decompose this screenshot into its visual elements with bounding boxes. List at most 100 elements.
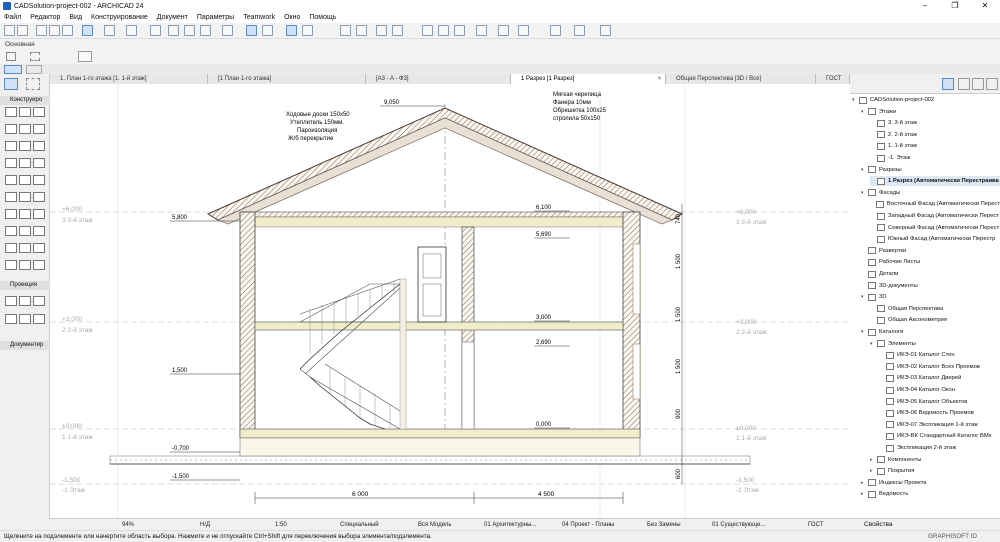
menu-options[interactable]: Параметры [197,14,234,21]
pick-up-icon[interactable] [36,25,47,36]
navigator-item[interactable]: ИКЭ-01 Каталог Стен [879,350,1000,360]
design-tool-icon[interactable] [33,209,45,219]
design-tool-icon[interactable] [33,175,45,185]
navigator-item[interactable]: Западный Фасад (Автоматически Перест [870,211,1000,221]
design-tool-icon[interactable] [33,107,45,117]
navigator-item[interactable]: ▾ Каталоги [861,327,1000,337]
arrow-select-icon[interactable] [78,51,92,62]
graphisoft-id[interactable]: GRAPHISOFT ID [928,531,977,542]
navigator-item[interactable]: -1. Этаж [870,153,1000,163]
design-tool-icon[interactable] [5,158,17,168]
expand-arrow-icon[interactable]: ▸ [870,455,877,465]
inject-icon[interactable] [49,25,60,36]
arrow-tool-icon[interactable] [4,65,22,74]
design-tool-icon[interactable] [19,192,31,202]
navigator-item[interactable]: ИКЭ-04 Каталог Окон [879,385,1000,395]
viewpoint-tool-icon[interactable] [33,314,45,324]
quick-select-icon[interactable] [286,25,297,36]
navigator-item[interactable]: Южный Фасад (Автоматически Перестр [870,234,1000,244]
relative-construction-icon[interactable] [126,25,137,36]
design-tool-icon[interactable] [5,209,17,219]
marquee-icon[interactable] [30,52,40,61]
navigator-item[interactable]: Общая Аксонометрия [870,315,1000,325]
navigator-item[interactable]: 1. 1-й этаж [870,141,1000,151]
navigator-item[interactable]: ▾ 3D [861,292,1000,302]
design-tool-icon[interactable] [19,175,31,185]
window-icon[interactable] [574,25,585,36]
menu-view[interactable]: Вид [69,14,82,21]
expand-arrow-icon[interactable]: ▸ [870,466,877,476]
design-tool-icon[interactable] [33,243,45,253]
measure-icon[interactable] [454,25,465,36]
navigator-item[interactable]: ИКЭ-ВК Стандартный Каталог ВМх [879,431,1000,441]
toolbox-section-viewpoint[interactable]: Проекция [0,281,50,290]
tab-section[interactable]: 1 Разрез [1 Разрез] ✕ [511,74,666,84]
selection-icon[interactable] [6,52,16,61]
navigator-item[interactable]: Экспликация 2-й этаж [879,443,1000,453]
tab-floor-plan-2[interactable]: [1 План 1-го этажа] [208,74,366,84]
pointer-tool-icon[interactable] [4,78,18,90]
expand-arrow-icon[interactable]: ▾ [852,95,859,105]
expand-arrow-icon[interactable]: ▾ [861,327,868,337]
navigator-item[interactable]: ▸ Индексы Проекта [861,478,1000,488]
maximize-button[interactable]: ❐ [940,0,970,12]
design-tool-icon[interactable] [19,226,31,236]
eyedropper-icon[interactable] [62,25,73,36]
viewpoint-tool-icon[interactable] [19,296,31,306]
navigator-item[interactable]: 2. 2-й этаж [870,130,1000,140]
suspend-groups-icon[interactable] [262,25,273,36]
design-tool-icon[interactable] [19,260,31,270]
design-tool-icon[interactable] [5,141,17,151]
flag-icon[interactable] [422,25,433,36]
navigator-item[interactable]: ▾ Разрезы [861,165,1000,175]
grid-snap-icon[interactable] [150,25,161,36]
navigator-item[interactable]: Северный Фасад (Автоматически Перест [870,223,1000,233]
design-tool-icon[interactable] [19,124,31,134]
menu-help[interactable]: Помощь [309,14,336,21]
expand-arrow-icon[interactable]: ▾ [861,165,868,175]
minimize-button[interactable]: – [910,0,940,12]
expand-arrow-icon[interactable]: ▸ [861,489,868,499]
menu-document[interactable]: Документ [157,14,188,21]
redo-icon[interactable] [17,25,28,36]
navigator-item[interactable]: ▾ Элементы [870,339,1000,349]
guide-lines-icon[interactable] [82,25,93,36]
expand-arrow-icon[interactable]: ▾ [861,188,868,198]
navigator-item[interactable]: ▾ CADSolution-project-002 [852,95,1000,105]
navigator-item[interactable]: ▾ Фасады [861,188,1000,198]
layers-icon[interactable] [302,25,313,36]
navigator-item[interactable]: ▸ Компоненты [870,455,1000,465]
tab-gost[interactable]: ГОСТ [816,74,850,84]
expand-arrow-icon[interactable]: ▾ [861,107,868,117]
menu-edit[interactable]: Редактор [30,14,60,21]
design-tool-icon[interactable] [19,141,31,151]
tab-floor-plan[interactable]: 1. План 1-го этажа [1. 1-й этаж] [50,74,208,84]
design-tool-icon[interactable] [33,260,45,270]
navigator-item[interactable]: Общая Перспектива [870,304,1000,314]
design-tool-icon[interactable] [5,226,17,236]
publish-icon[interactable] [438,25,449,36]
toolbox-section-document[interactable]: Документир [0,341,50,350]
expand-arrow-icon[interactable]: ▾ [861,292,868,302]
tab-3d-perspective[interactable]: Общая Перспектива [3D / Все] [666,74,816,84]
expand-arrow-icon[interactable]: ▾ [870,339,877,349]
staircase[interactable] [299,278,407,430]
design-tool-icon[interactable] [19,158,31,168]
mep-icon[interactable] [550,25,561,36]
door[interactable] [417,246,447,323]
menu-design[interactable]: Конструирование [91,14,148,21]
navigator-item[interactable]: ИКЭ-05 Каталог Объектов [879,397,1000,407]
trace-icon[interactable] [168,25,179,36]
navigator-item[interactable]: 3. 3-й этаж [870,118,1000,128]
layout-book-icon[interactable] [972,78,984,90]
viewpoint-tool-icon[interactable] [33,296,45,306]
zoom-icon[interactable] [392,25,403,36]
marquee-tool-icon[interactable] [26,65,42,74]
view-icon[interactable] [600,25,611,36]
design-tool-icon[interactable] [19,107,31,117]
navigator-item[interactable]: ИКЭ-07 Экспликация 1-й этаж [879,420,1000,430]
lock-icon[interactable] [222,25,233,36]
navigator-item[interactable]: Развертки [861,246,1000,256]
design-tool-icon[interactable] [33,192,45,202]
menu-file[interactable]: Файл [4,14,21,21]
